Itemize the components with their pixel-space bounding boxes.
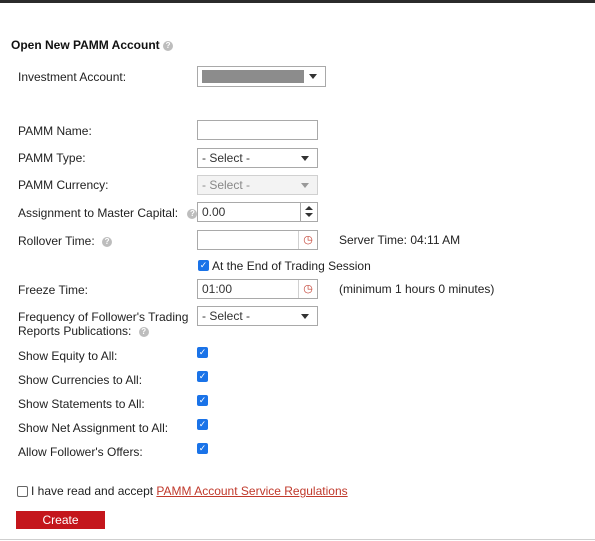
end-of-session-checkbox[interactable]: ✓ [198, 260, 209, 271]
assignment-input[interactable]: 0.00 [197, 202, 318, 222]
accept-terms-text: I have read and accept [31, 484, 157, 498]
pamm-currency-value: - Select - [202, 178, 251, 192]
pamm-type-select[interactable]: - Select - [197, 148, 318, 168]
create-button[interactable]: Create [16, 511, 105, 529]
stepper-down-icon[interactable] [305, 213, 313, 217]
frequency-select[interactable]: - Select - [197, 306, 318, 326]
rollover-label: Rollover Time: ? [18, 234, 113, 248]
investment-account-label: Investment Account: [18, 70, 127, 84]
show-currencies-label: Show Currencies to All: [18, 373, 143, 387]
chevron-down-icon [301, 183, 309, 188]
question-circle-icon[interactable]: ? [138, 326, 149, 337]
chevron-down-icon [301, 314, 309, 319]
frequency-value: - Select - [202, 309, 251, 323]
show-statements-checkbox[interactable]: ✓ [197, 395, 208, 406]
rollover-label-text: Rollover Time: [18, 234, 95, 248]
top-border [0, 0, 595, 3]
stepper-up-icon[interactable] [305, 206, 313, 210]
page-title-text: Open New PAMM Account [11, 38, 160, 52]
chevron-down-icon [309, 74, 317, 79]
regulations-link[interactable]: PAMM Account Service Regulations [156, 484, 347, 498]
allow-follower-offers-label: Allow Follower's Offers: [18, 445, 143, 459]
freeze-time-input[interactable]: 01:00 ◷ [197, 279, 318, 299]
freeze-time-hint: (minimum 1 hours 0 minutes) [339, 282, 495, 296]
question-circle-icon[interactable]: ? [163, 40, 174, 51]
accept-terms-checkbox[interactable]: ✓ [17, 486, 28, 497]
question-circle-icon[interactable]: ? [102, 236, 113, 247]
pamm-type-label: PAMM Type: [18, 151, 86, 165]
masked-account-value [202, 70, 304, 83]
show-equity-checkbox[interactable]: ✓ [197, 347, 208, 358]
show-net-assignment-checkbox[interactable]: ✓ [197, 419, 208, 430]
server-time: Server Time: 04:11 AM [339, 233, 461, 247]
number-stepper[interactable] [300, 203, 317, 221]
frequency-label-line1: Frequency of Follower's Trading [18, 310, 189, 324]
question-circle-icon[interactable]: ? [187, 208, 198, 219]
chevron-down-icon [301, 156, 309, 161]
show-statements-label: Show Statements to All: [18, 397, 145, 411]
page-title: Open New PAMM Account ? [11, 38, 174, 52]
show-currencies-checkbox[interactable]: ✓ [197, 371, 208, 382]
allow-follower-offers-checkbox[interactable]: ✓ [197, 443, 208, 454]
investment-account-select[interactable] [197, 66, 326, 87]
freeze-time-value: 01:00 [202, 282, 233, 296]
assignment-label-text: Assignment to Master Capital: [18, 206, 179, 220]
clock-icon[interactable]: ◷ [298, 280, 317, 298]
freeze-time-label: Freeze Time: [18, 283, 89, 297]
pamm-name-input[interactable] [197, 120, 318, 140]
frequency-label: Frequency of Follower's Trading Reports … [18, 310, 188, 338]
bottom-border [0, 539, 595, 540]
rollover-time-input[interactable]: ◷ [197, 230, 318, 250]
frequency-label-line2: Reports Publications: [18, 324, 132, 338]
pamm-type-value: - Select - [202, 151, 251, 165]
pamm-currency-label: PAMM Currency: [18, 178, 109, 192]
show-equity-label: Show Equity to All: [18, 349, 118, 363]
pamm-currency-select[interactable]: - Select - [197, 175, 318, 195]
assignment-label: Assignment to Master Capital: ? [18, 206, 198, 220]
clock-icon[interactable]: ◷ [298, 231, 317, 249]
pamm-name-label: PAMM Name: [18, 124, 92, 138]
end-of-session-label: At the End of Trading Session [212, 259, 371, 273]
show-net-assignment-label: Show Net Assignment to All: [18, 421, 169, 435]
assignment-value: 0.00 [202, 205, 226, 219]
accept-terms-label: I have read and accept PAMM Account Serv… [31, 484, 348, 498]
